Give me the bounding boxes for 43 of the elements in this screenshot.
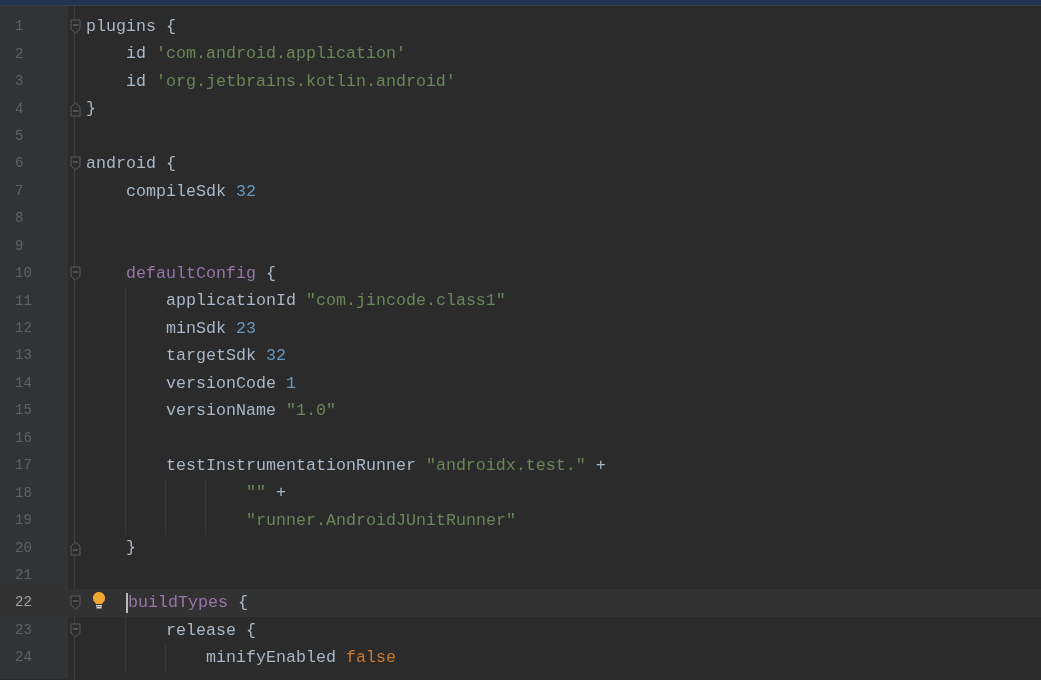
code-token: "androidx.test." bbox=[425, 456, 586, 475]
fold-marker-icon[interactable] bbox=[70, 19, 81, 35]
code-token: "1.0" bbox=[285, 401, 336, 421]
code-token: "" bbox=[246, 483, 266, 503]
code-token: "com.jincode.class1" bbox=[305, 291, 506, 311]
code-token: buildTypes bbox=[128, 593, 228, 613]
line-number: 22 bbox=[14, 593, 33, 613]
code-token: minSdk bbox=[166, 318, 226, 338]
code-token: testInstrumentationRunner bbox=[166, 456, 416, 475]
code-token: defaultConfig bbox=[126, 263, 256, 283]
code-token: release { bbox=[166, 620, 256, 640]
code-token: versionName bbox=[166, 401, 276, 421]
code-token: { bbox=[237, 593, 248, 613]
fold-marker-icon[interactable] bbox=[70, 266, 81, 282]
code-token: minifyEnabled bbox=[206, 648, 336, 668]
fold-marker-icon[interactable] bbox=[70, 595, 81, 611]
code-token: { bbox=[265, 263, 276, 283]
code-token: id bbox=[126, 44, 146, 64]
lightbulb-icon[interactable] bbox=[92, 591, 106, 610]
code-token: false bbox=[345, 648, 396, 668]
code-token: versionCode bbox=[166, 373, 276, 393]
fold-marker-icon[interactable] bbox=[70, 156, 81, 172]
code-token: 1 bbox=[285, 373, 296, 393]
code-token: } bbox=[126, 538, 136, 558]
code-token: } bbox=[86, 99, 96, 119]
code-token: targetSdk bbox=[166, 346, 256, 366]
text-cursor bbox=[126, 592, 128, 613]
code-token: compileSdk bbox=[126, 181, 226, 201]
code-token: plugins { bbox=[86, 17, 176, 36]
code-token: + bbox=[276, 483, 286, 503]
code-token: 23 bbox=[236, 318, 256, 338]
fold-marker-icon[interactable] bbox=[70, 101, 81, 117]
code-token: 'com.android.application' bbox=[156, 44, 406, 64]
fold-marker-icon[interactable] bbox=[70, 622, 81, 638]
code-token: 32 bbox=[265, 346, 286, 366]
code-token: "runner.AndroidJUnitRunner" bbox=[246, 510, 516, 530]
code-token: applicationId bbox=[166, 291, 296, 311]
code-token: 'org.jetbrains.kotlin.android' bbox=[156, 71, 456, 91]
code-token: id bbox=[126, 71, 146, 91]
code-token: + bbox=[595, 456, 606, 475]
code-token: android { bbox=[86, 154, 176, 174]
code-token: 32 bbox=[235, 181, 256, 201]
fold-marker-icon[interactable] bbox=[70, 540, 81, 556]
